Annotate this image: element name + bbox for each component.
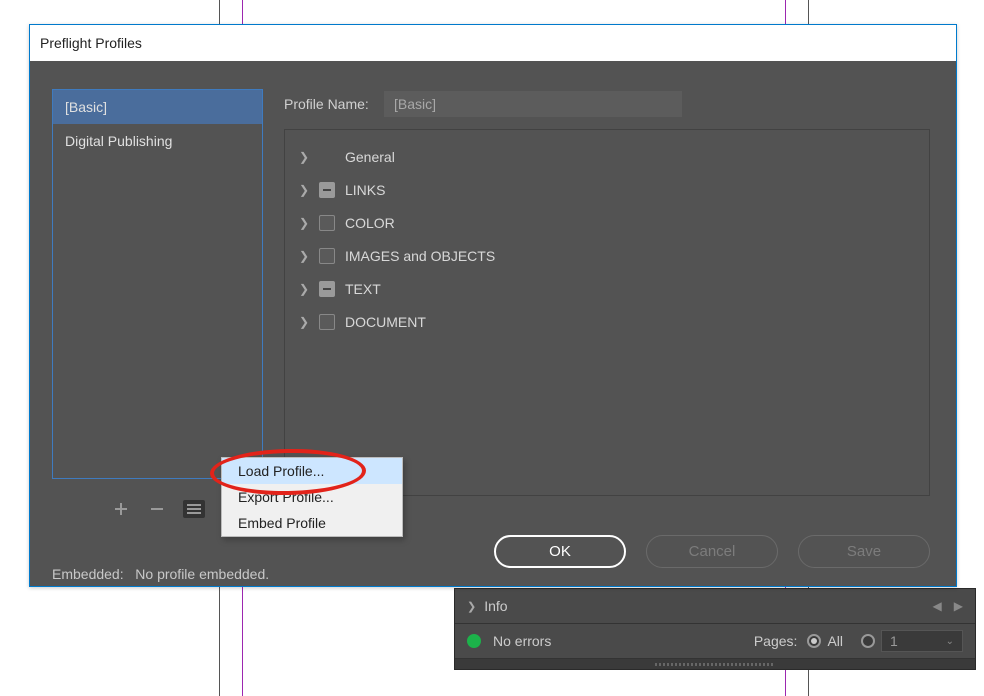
profile-context-menu: Load Profile... Export Profile... Embed … — [221, 457, 403, 537]
status-text: No errors — [493, 633, 551, 649]
checkbox-unchecked[interactable] — [319, 248, 335, 264]
category-document[interactable]: ❯ DOCUMENT — [299, 305, 915, 338]
radio-all[interactable] — [807, 634, 821, 648]
embedded-status: Embedded: No profile embedded. — [52, 566, 269, 582]
chevron-right-icon: ❯ — [299, 249, 309, 263]
status-dot-ok — [467, 634, 481, 648]
remove-profile-button[interactable] — [147, 499, 167, 519]
save-button[interactable]: Save — [798, 535, 930, 568]
category-general[interactable]: ❯ General — [299, 140, 915, 173]
menu-load-profile[interactable]: Load Profile... — [222, 458, 402, 484]
dialog-button-row: OK Cancel Save — [494, 535, 930, 568]
nav-arrows: ◀ ▶ — [933, 599, 963, 613]
category-label: COLOR — [345, 215, 395, 231]
checkbox-unchecked[interactable] — [319, 215, 335, 231]
profile-item-basic[interactable]: [Basic] — [53, 90, 262, 124]
menu-item-label: Export Profile... — [238, 489, 334, 505]
page-range-dropdown[interactable]: 1 ⌄ — [881, 630, 963, 652]
dialog-body: [Basic] Digital Publishing Embedded: No … — [30, 61, 956, 586]
info-label: Info — [484, 598, 507, 614]
category-images-objects[interactable]: ❯ IMAGES and OBJECTS — [299, 239, 915, 272]
profile-name-label: Profile Name: — [284, 96, 369, 112]
arrow-right-icon[interactable]: ▶ — [954, 599, 963, 613]
category-label: LINKS — [345, 182, 385, 198]
page-range-value: 1 — [890, 633, 898, 649]
checkbox-none — [319, 149, 335, 165]
embedded-value: No profile embedded. — [135, 566, 269, 582]
save-button-label: Save — [847, 543, 881, 560]
category-label: TEXT — [345, 281, 381, 297]
radio-all-label: All — [827, 633, 843, 649]
chevron-right-icon: ❯ — [299, 216, 309, 230]
menu-embed-profile[interactable]: Embed Profile — [222, 510, 402, 536]
menu-item-label: Embed Profile — [238, 515, 326, 531]
category-text[interactable]: ❯ TEXT — [299, 272, 915, 305]
ok-button-label: OK — [549, 543, 571, 560]
panel-drag-handle[interactable] — [455, 659, 975, 669]
chevron-right-icon: ❯ — [299, 183, 309, 197]
embedded-label: Embedded: — [52, 566, 124, 582]
profile-item-label: Digital Publishing — [65, 133, 172, 149]
category-label: DOCUMENT — [345, 314, 426, 330]
checkbox-mixed[interactable] — [319, 281, 335, 297]
category-label: General — [345, 149, 395, 165]
chevron-right-icon: ❯ — [299, 282, 309, 296]
chevron-right-icon: ❯ — [299, 315, 309, 329]
cancel-button-label: Cancel — [689, 543, 736, 560]
profile-name-value: [Basic] — [394, 96, 436, 112]
status-row: No errors Pages: All 1 ⌄ — [455, 624, 975, 659]
arrow-left-icon[interactable]: ◀ — [933, 599, 942, 613]
checkbox-unchecked[interactable] — [319, 314, 335, 330]
preflight-status-panel: ❯ Info ◀ ▶ No errors Pages: All 1 ⌄ — [454, 588, 976, 670]
plus-icon — [113, 501, 129, 517]
category-color[interactable]: ❯ COLOR — [299, 206, 915, 239]
profile-name-field[interactable]: [Basic] — [384, 91, 682, 117]
radio-range[interactable] — [861, 634, 875, 648]
add-profile-button[interactable] — [111, 499, 131, 519]
pages-label: Pages: — [754, 633, 798, 649]
preflight-profiles-dialog: Preflight Profiles [Basic] Digital Publi… — [29, 24, 957, 587]
menu-item-label: Load Profile... — [238, 463, 324, 479]
minus-icon — [149, 501, 165, 517]
profile-menu-button[interactable] — [183, 500, 205, 518]
menu-export-profile[interactable]: Export Profile... — [222, 484, 402, 510]
category-links[interactable]: ❯ LINKS — [299, 173, 915, 206]
category-panel: ❯ General ❯ LINKS ❯ COLOR ❯ IMAGES and O… — [284, 129, 930, 496]
chevron-right-icon: ❯ — [467, 600, 476, 613]
profile-item-digital-publishing[interactable]: Digital Publishing — [53, 124, 262, 158]
info-row[interactable]: ❯ Info ◀ ▶ — [455, 589, 975, 624]
chevron-right-icon: ❯ — [299, 150, 309, 164]
ok-button[interactable]: OK — [494, 535, 626, 568]
cancel-button[interactable]: Cancel — [646, 535, 778, 568]
checkbox-mixed[interactable] — [319, 182, 335, 198]
profile-list[interactable]: [Basic] Digital Publishing — [52, 89, 263, 479]
dialog-titlebar[interactable]: Preflight Profiles — [30, 25, 956, 61]
chevron-down-icon: ⌄ — [946, 636, 954, 647]
category-label: IMAGES and OBJECTS — [345, 248, 495, 264]
profile-item-label: [Basic] — [65, 99, 107, 115]
dialog-title: Preflight Profiles — [40, 35, 142, 51]
